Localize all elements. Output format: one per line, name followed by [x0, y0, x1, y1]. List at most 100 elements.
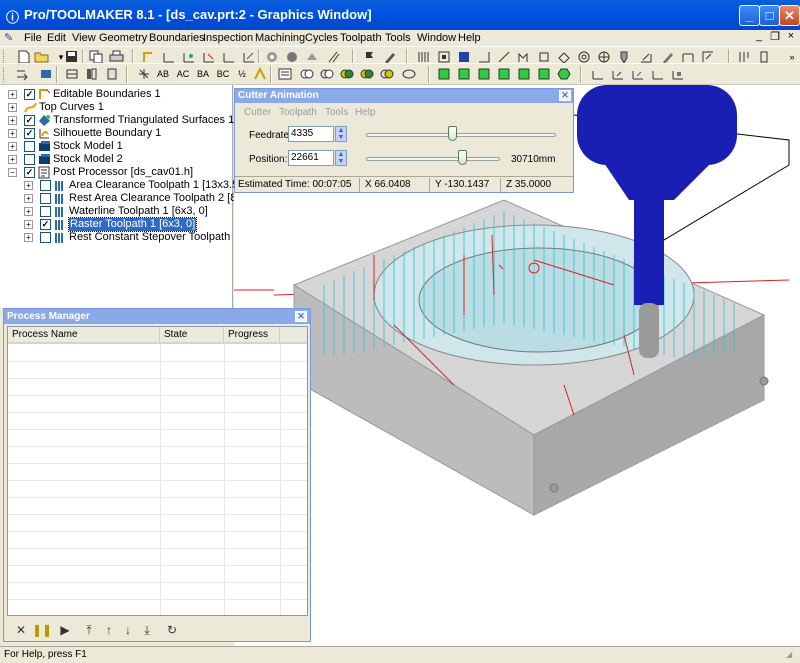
- visibility-checkbox[interactable]: [40, 232, 51, 243]
- close-button[interactable]: ✕: [779, 5, 800, 26]
- expand-toggle[interactable]: +: [24, 207, 33, 216]
- visibility-checkbox[interactable]: ✓: [24, 115, 35, 126]
- visibility-checkbox[interactable]: ✓: [40, 219, 51, 230]
- position-slider[interactable]: [366, 157, 500, 161]
- mdi-restore-button[interactable]: ❐: [768, 30, 782, 43]
- sim-step-4-icon[interactable]: [650, 67, 666, 82]
- visibility-checkbox[interactable]: ✓: [24, 167, 35, 178]
- feedrate-input[interactable]: 4335: [288, 126, 334, 142]
- menu-tools[interactable]: Tools: [385, 32, 411, 44]
- sim-step-3-icon[interactable]: [630, 67, 646, 82]
- column-process-name[interactable]: Process Name: [8, 327, 160, 344]
- zoom-window-icon[interactable]: [277, 67, 293, 82]
- book-view-icon[interactable]: [84, 67, 100, 82]
- green-hexagon-icon[interactable]: [556, 67, 572, 82]
- mdi-minimize-button[interactable]: _: [752, 30, 766, 42]
- wireframe-view-icon[interactable]: [64, 67, 80, 82]
- collapse-toggle[interactable]: −: [8, 168, 17, 177]
- expand-toggle[interactable]: +: [24, 220, 33, 229]
- sim-step-icon[interactable]: [590, 67, 606, 82]
- visibility-checkbox[interactable]: [40, 206, 51, 217]
- visibility-checkbox[interactable]: [40, 193, 51, 204]
- column-progress[interactable]: Progress: [224, 327, 280, 344]
- expand-toggle[interactable]: +: [24, 233, 33, 242]
- render-mode-4-icon[interactable]: [359, 67, 375, 82]
- shaded-view-icon[interactable]: [38, 67, 54, 82]
- sim-step-5-icon[interactable]: [670, 67, 686, 82]
- sim-step-2-icon[interactable]: [610, 67, 626, 82]
- menu-help[interactable]: Help: [458, 32, 481, 44]
- green-box-2-icon[interactable]: [456, 67, 472, 82]
- feedrate-spinner[interactable]: ▲ ▼: [335, 126, 347, 142]
- menu-help[interactable]: Help: [355, 107, 376, 118]
- position-spinner[interactable]: ▲ ▼: [335, 150, 347, 166]
- menu-inspection[interactable]: Inspection: [203, 32, 253, 44]
- move-up-icon[interactable]: ↑: [101, 622, 117, 638]
- green-box-6-icon[interactable]: [536, 67, 552, 82]
- view-ac-button[interactable]: AC: [175, 67, 191, 82]
- expand-toggle[interactable]: +: [8, 142, 17, 151]
- expand-toggle[interactable]: +: [8, 129, 17, 138]
- column-state[interactable]: State: [160, 327, 224, 344]
- refresh-view-icon[interactable]: [14, 67, 30, 82]
- menu-cutter[interactable]: Cutter: [244, 107, 271, 118]
- layers-view-icon[interactable]: [104, 67, 120, 82]
- menu-view[interactable]: View: [72, 32, 96, 44]
- render-mode-icon[interactable]: [299, 67, 315, 82]
- expand-toggle[interactable]: +: [8, 103, 17, 112]
- resize-grip-icon[interactable]: ◢: [786, 650, 798, 662]
- menu-edit[interactable]: Edit: [47, 32, 66, 44]
- menu-window[interactable]: Window: [417, 32, 456, 44]
- menu-cycles[interactable]: Cycles: [305, 32, 338, 44]
- document-icon[interactable]: ✎: [4, 31, 18, 44]
- refresh-icon[interactable]: ↻: [164, 622, 180, 638]
- visibility-checkbox[interactable]: ✓: [24, 89, 35, 100]
- view-bc-button[interactable]: BC: [215, 67, 231, 82]
- view-ab-button[interactable]: AB: [155, 67, 171, 82]
- green-box-5-icon[interactable]: [516, 67, 532, 82]
- visibility-checkbox[interactable]: ✓: [24, 128, 35, 139]
- position-slider-thumb[interactable]: [458, 150, 468, 165]
- cancel-process-icon[interactable]: ✕: [13, 622, 29, 638]
- view-half-button[interactable]: ½: [234, 67, 250, 82]
- feedrate-slider-thumb[interactable]: [447, 126, 457, 141]
- menu-toolpath[interactable]: Toolpath: [279, 107, 317, 118]
- process-list[interactable]: Process Name State Progress: [7, 326, 308, 616]
- panel-close-button[interactable]: ✕: [295, 311, 307, 322]
- maximize-button[interactable]: □: [759, 5, 780, 26]
- view-iso-icon[interactable]: [252, 66, 268, 82]
- play-icon[interactable]: ▶: [57, 622, 73, 638]
- position-input[interactable]: 22661: [288, 150, 334, 166]
- menu-geometry[interactable]: Geometry: [99, 32, 147, 44]
- feedrate-slider[interactable]: [366, 133, 556, 137]
- green-box-3-icon[interactable]: [476, 67, 492, 82]
- green-box-icon[interactable]: [436, 67, 452, 82]
- expand-toggle[interactable]: +: [8, 155, 17, 164]
- expand-toggle[interactable]: +: [8, 116, 17, 125]
- ellipse-tool-icon[interactable]: [401, 67, 417, 82]
- minimize-button[interactable]: _: [739, 5, 760, 26]
- move-top-icon[interactable]: ⤒: [81, 622, 97, 638]
- render-mode-5-icon[interactable]: [379, 67, 395, 82]
- pause-icon[interactable]: ❚❚: [32, 622, 52, 638]
- mdi-close-button[interactable]: ×: [784, 30, 798, 42]
- render-mode-3-icon[interactable]: [339, 67, 355, 82]
- toolbar-grip-2[interactable]: [3, 67, 6, 82]
- expand-toggle[interactable]: +: [24, 181, 33, 190]
- dialog-close-button[interactable]: ✕: [559, 90, 571, 101]
- menu-file[interactable]: File: [24, 32, 42, 44]
- axis-view-icon[interactable]: [136, 67, 152, 82]
- view-ba-button[interactable]: BA: [195, 67, 211, 82]
- app-icon[interactable]: ⓘ: [6, 7, 20, 25]
- menu-toolpath[interactable]: Toolpath: [340, 32, 382, 44]
- expand-toggle[interactable]: +: [24, 194, 33, 203]
- expand-toggle[interactable]: +: [8, 90, 17, 99]
- render-mode-2-icon[interactable]: [319, 67, 335, 82]
- green-box-4-icon[interactable]: [496, 67, 512, 82]
- move-bottom-icon[interactable]: ⤓: [139, 622, 155, 638]
- visibility-checkbox[interactable]: [24, 141, 35, 152]
- move-down-icon[interactable]: ↓: [120, 622, 136, 638]
- menu-tools[interactable]: Tools: [325, 107, 348, 118]
- visibility-checkbox[interactable]: [24, 154, 35, 165]
- menu-machining[interactable]: Machining: [255, 32, 305, 44]
